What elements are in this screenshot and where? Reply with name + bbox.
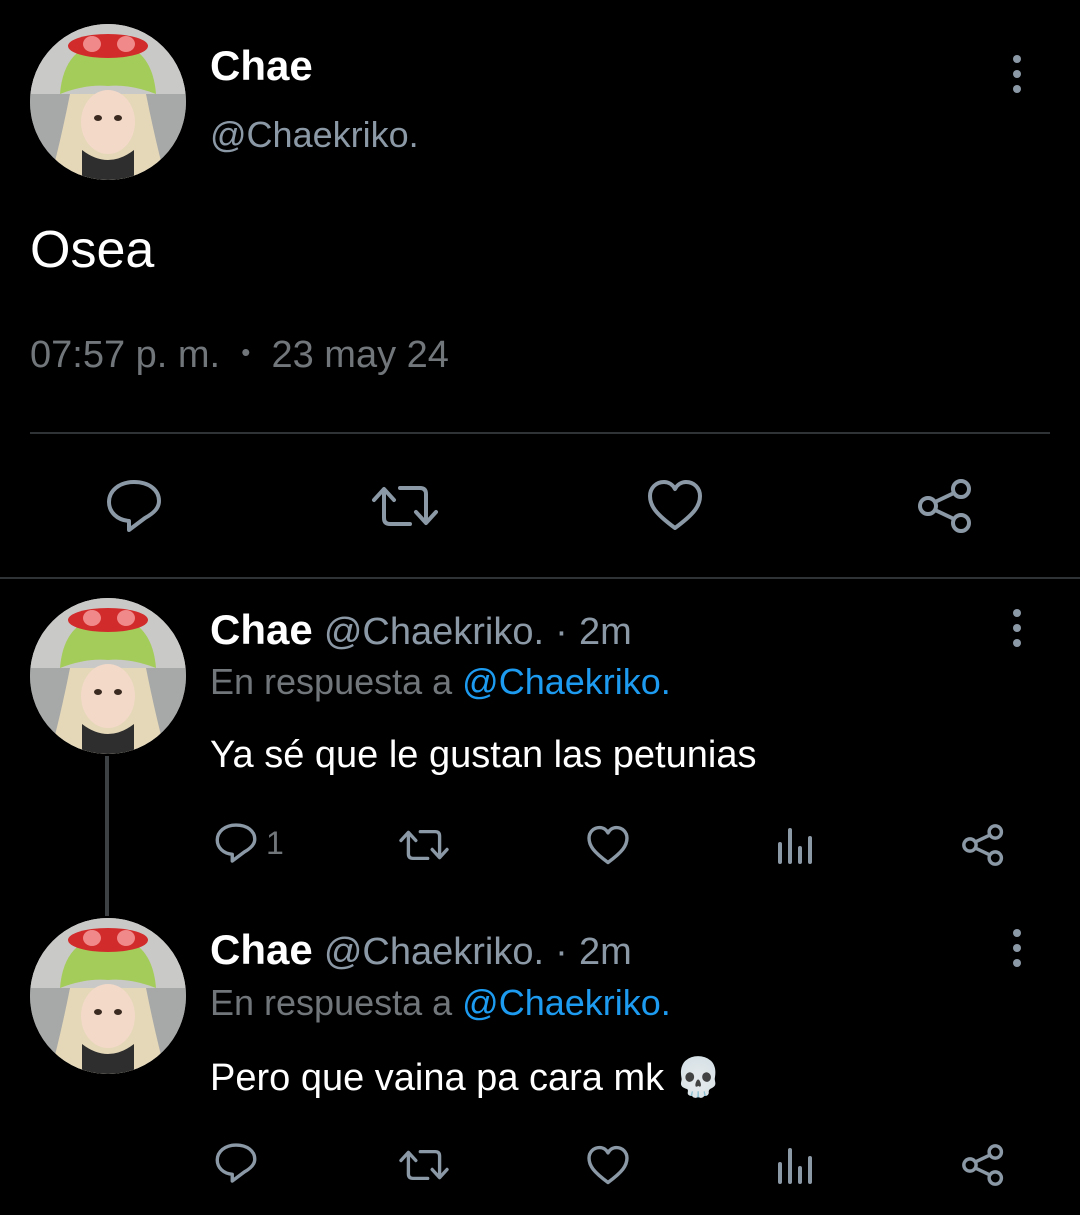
share-button[interactable]	[915, 476, 975, 536]
header-separator: ·	[555, 931, 568, 973]
avatar-image	[30, 918, 186, 1074]
retweet-button[interactable]	[398, 824, 450, 866]
more-icon	[1013, 55, 1021, 63]
tweet-timestamp[interactable]: 07:57 p. m. • 23 may 24	[30, 334, 449, 377]
section-divider	[0, 577, 1080, 579]
reply-author-handle[interactable]: @Chaekriko.	[324, 931, 544, 973]
tweet-time: 07:57 p. m.	[30, 334, 221, 376]
heart-icon	[648, 480, 702, 530]
thread-line	[105, 756, 109, 916]
heart-icon	[587, 825, 629, 865]
views-button[interactable]	[776, 1146, 816, 1184]
avatar[interactable]	[30, 918, 186, 1074]
avatar[interactable]	[30, 24, 186, 180]
reply-header: Chae @Chaekriko. · 2m	[210, 606, 632, 654]
reply-icon	[215, 823, 257, 863]
reply-icon	[107, 480, 161, 532]
author-name[interactable]: Chae	[210, 42, 313, 90]
avatar[interactable]	[30, 598, 186, 754]
reply-button[interactable]	[214, 1142, 258, 1184]
divider	[30, 432, 1050, 434]
reply-author-name[interactable]: Chae	[210, 926, 313, 973]
tweet-date: 23 may 24	[271, 334, 449, 376]
reply-text: Pero que vaina pa cara mk 💀	[210, 1057, 723, 1099]
more-options-button[interactable]	[997, 598, 1037, 658]
reply-author-name[interactable]: Chae	[210, 606, 313, 653]
share-button[interactable]	[960, 822, 1006, 868]
meta-dot: •	[241, 337, 251, 367]
share-icon	[962, 1144, 1004, 1186]
more-icon	[1013, 929, 1021, 937]
reply-prefix: En respuesta a	[210, 661, 453, 702]
retweet-icon	[372, 486, 438, 526]
views-icon	[778, 1148, 812, 1184]
reply-text: Ya sé que le gustan las petunias	[210, 734, 757, 776]
mention-link[interactable]: @Chaekriko.	[462, 661, 671, 702]
reply-age: 2m	[578, 611, 632, 653]
mention-link[interactable]: @Chaekriko.	[462, 982, 671, 1023]
retweet-icon	[399, 829, 449, 861]
reply-prefix: En respuesta a	[210, 982, 453, 1023]
views-button[interactable]	[776, 826, 816, 864]
retweet-button[interactable]	[370, 478, 440, 534]
reply-count: 1	[266, 824, 284, 861]
reply-age: 2m	[578, 931, 632, 973]
reply-icon	[215, 1143, 257, 1183]
like-button[interactable]	[586, 824, 630, 866]
reply-context: En respuesta a @Chaekriko.	[210, 661, 671, 703]
header-separator: ·	[555, 611, 568, 653]
retweet-button[interactable]	[398, 1144, 450, 1186]
reply-author-handle[interactable]: @Chaekriko.	[324, 611, 544, 653]
share-icon	[962, 824, 1004, 866]
like-button[interactable]	[646, 478, 704, 532]
more-options-button[interactable]	[997, 918, 1037, 978]
reply-header: Chae @Chaekriko. · 2m	[210, 926, 632, 974]
like-button[interactable]	[586, 1144, 630, 1186]
more-options-button[interactable]	[997, 44, 1037, 104]
more-icon	[1013, 609, 1021, 617]
avatar-image	[30, 598, 186, 754]
views-icon	[778, 828, 812, 864]
heart-icon	[587, 1145, 629, 1185]
reply-button[interactable]	[105, 478, 163, 534]
author-handle[interactable]: @Chaekriko.	[210, 114, 419, 156]
retweet-icon	[399, 1149, 449, 1181]
tweet-text: Osea	[30, 221, 155, 279]
avatar-image	[30, 24, 186, 180]
share-icon	[918, 479, 971, 533]
reply-context: En respuesta a @Chaekriko.	[210, 982, 671, 1024]
reply-button[interactable]: 1	[214, 822, 284, 864]
share-button[interactable]	[960, 1142, 1006, 1188]
